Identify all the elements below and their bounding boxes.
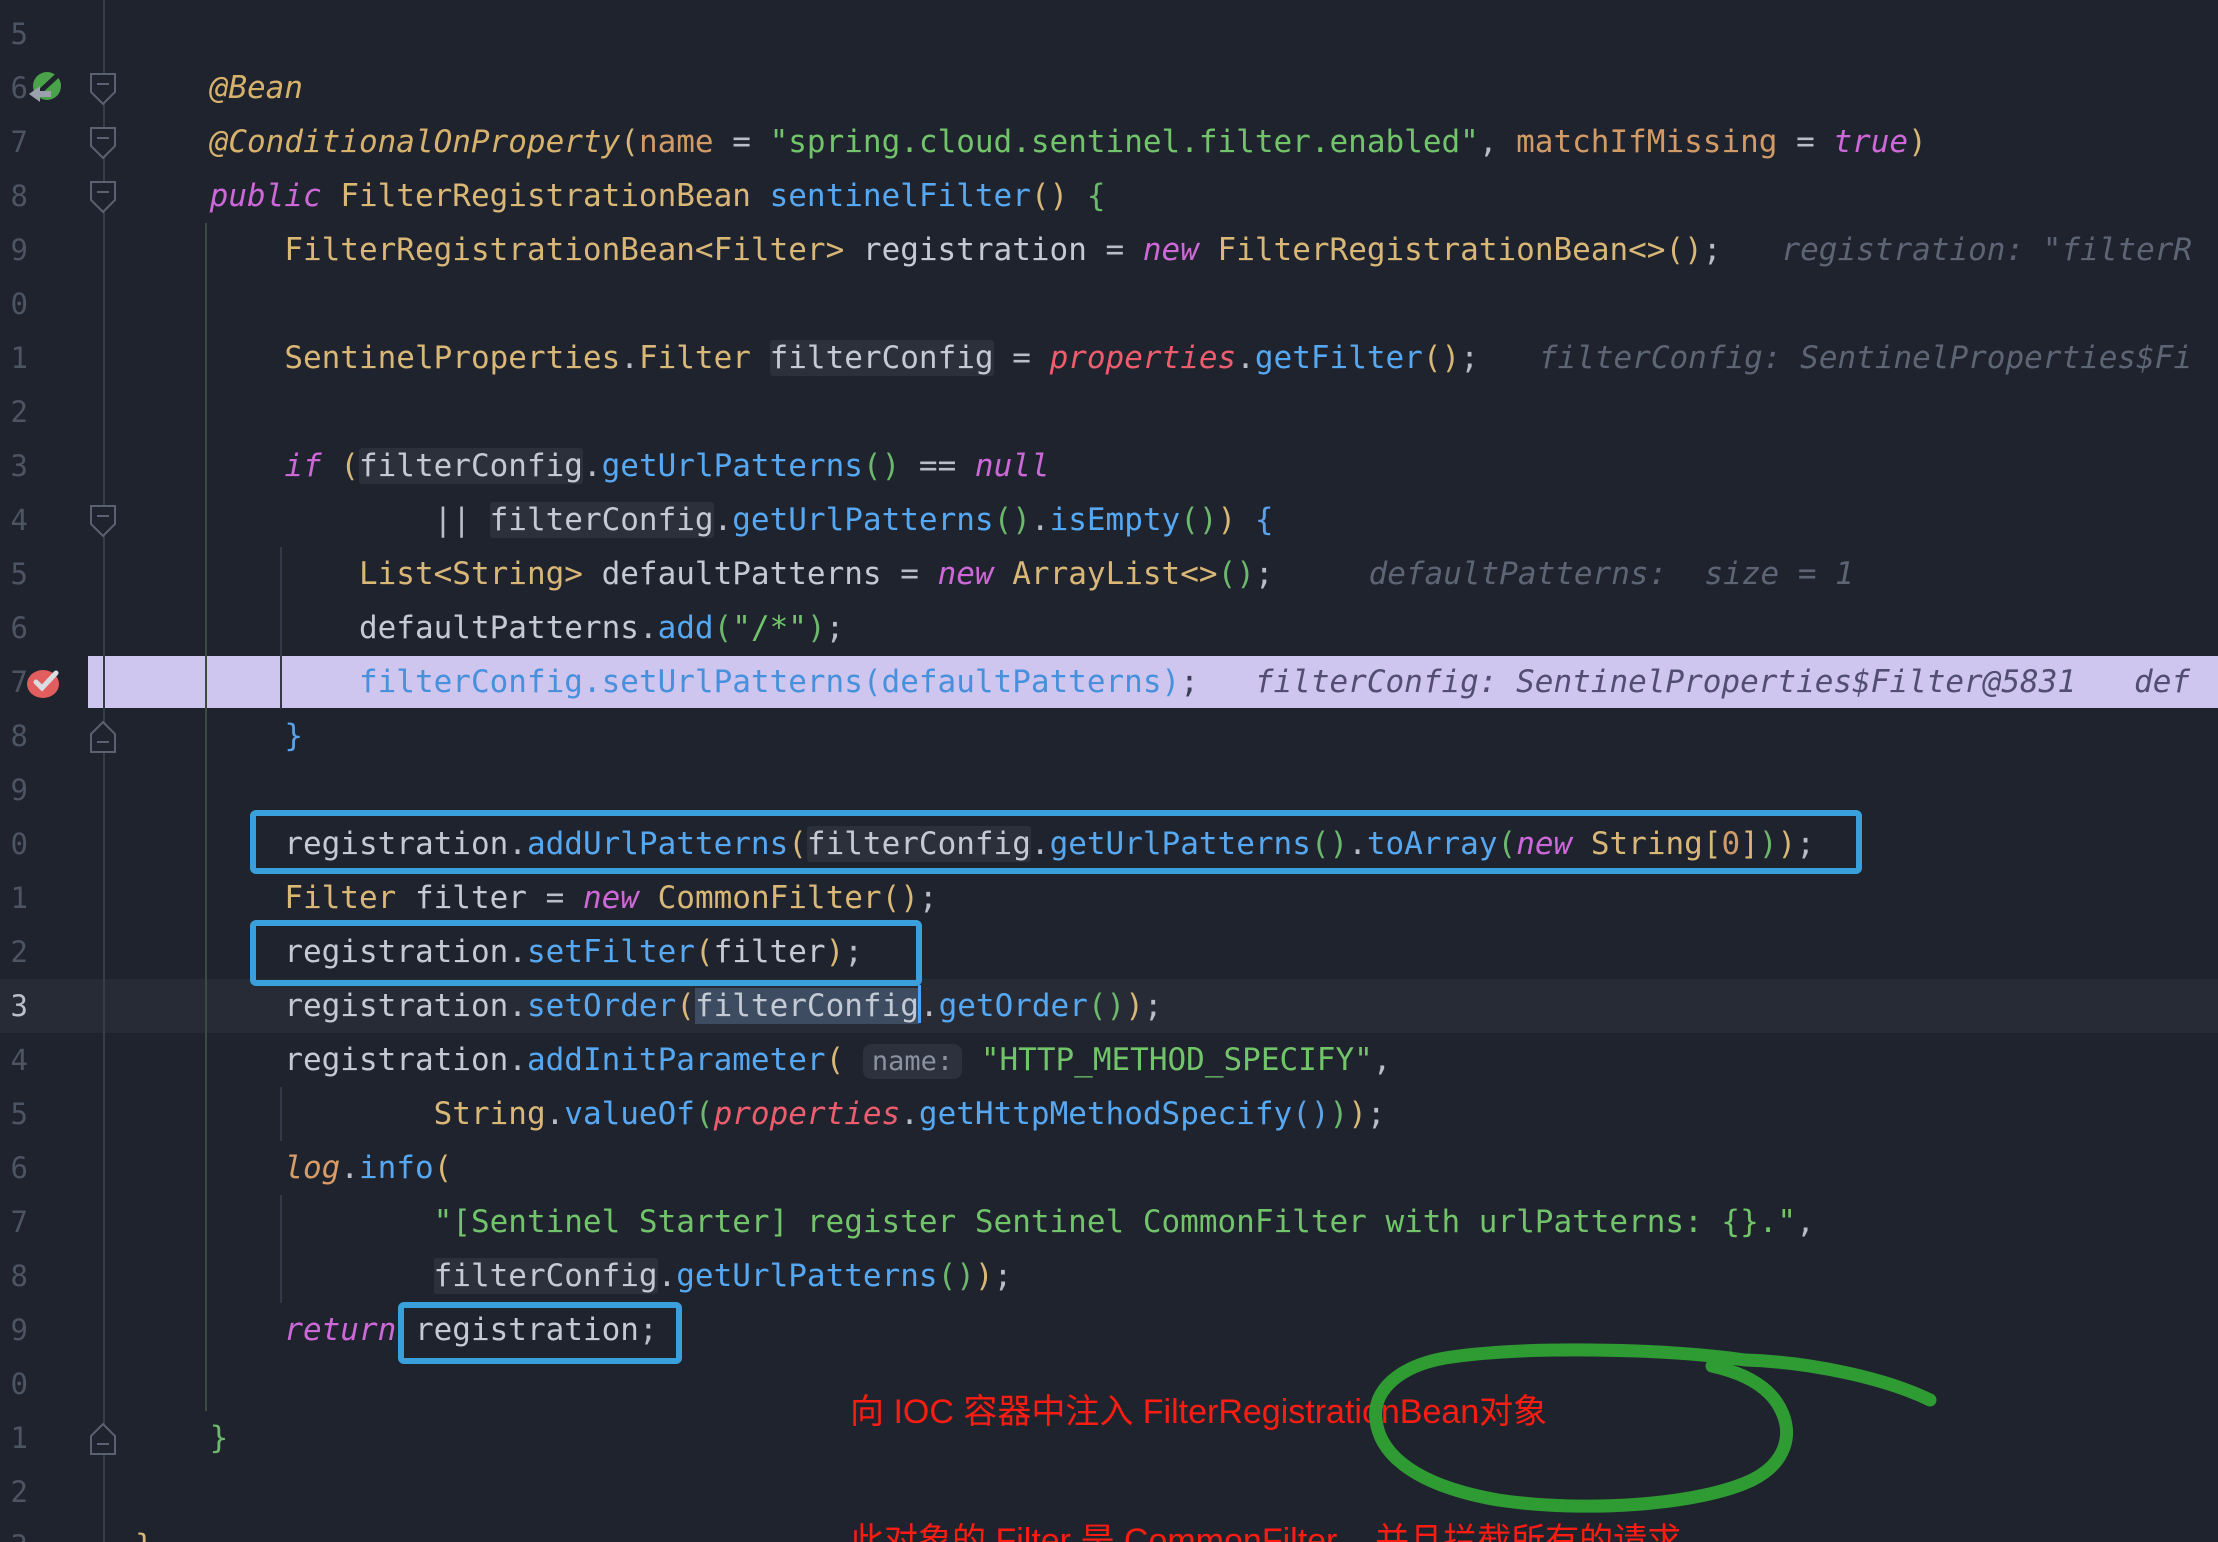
code-line[interactable]: 1 SentinelProperties.Filter filterConfig…: [0, 331, 2218, 385]
code-line[interactable]: 8 filterConfig.getUrlPatterns());: [0, 1249, 2218, 1303]
code-text: FilterRegistrationBean<Filter> registrat…: [284, 232, 2193, 268]
red-annotation-line1: 向 IOC 容器中注入 FilterRegistrationBean对象: [850, 1393, 1548, 1431]
inlay-hint: filterConfig: SentinelProperties$Filter@…: [1254, 664, 2077, 700]
code-text: List<String> defaultPatterns = new Array…: [358, 556, 1854, 592]
code-line[interactable]: 3 registration.setOrder(filterConfig.get…: [0, 979, 2218, 1033]
line-number: 4: [10, 1043, 28, 1077]
code-text: SentinelProperties.Filter filterConfig =…: [284, 340, 2193, 376]
code-line[interactable]: 4 || filterConfig.getUrlPatterns().isEmp…: [0, 493, 2218, 547]
line-number: 3: [10, 989, 28, 1023]
line-number: 5: [10, 557, 28, 591]
annotation-box-return-registration: [398, 1302, 682, 1364]
line-number: 4: [10, 503, 28, 537]
code-text: defaultPatterns.add("/*");: [358, 610, 845, 646]
code-line[interactable]: 8 public FilterRegistrationBean sentinel…: [0, 169, 2218, 223]
code-text: "[Sentinel Starter] register Sentinel Co…: [433, 1204, 1815, 1240]
code-text: }: [284, 718, 303, 754]
line-number: 1: [10, 1421, 28, 1455]
code-editor[interactable]: 56 @Bean 7 @ConditionalOnProperty(name = …: [0, 0, 2218, 1542]
code-line[interactable]: 5: [0, 7, 2218, 61]
code-text: log.info(: [284, 1150, 453, 1186]
gutter-fold-line: [103, 0, 105, 1542]
breakpoint-icon[interactable]: [26, 664, 64, 702]
code-text: if (filterConfig.getUrlPatterns() == nul…: [284, 448, 1050, 484]
line-number: 6: [10, 1151, 28, 1185]
line-number: 5: [10, 1097, 28, 1131]
line-number: 8: [10, 1259, 28, 1293]
code-line[interactable]: 9: [0, 763, 2218, 817]
inlay-hint: defaultPatterns: size = 1: [1368, 556, 1854, 592]
annotation-box-setfilter: [250, 920, 922, 986]
line-number: 7: [10, 1205, 28, 1239]
line-number: 9: [10, 233, 28, 267]
red-annotation-line2: 此对象的 Filter 是 CommonFilter 并且拦截所有的请求: [850, 1522, 1682, 1542]
line-number: 9: [10, 773, 28, 807]
code-line[interactable]: 8 }: [0, 709, 2218, 763]
line-number: 8: [10, 179, 28, 213]
inlay-hint: def: [2134, 664, 2191, 700]
line-number: 1: [10, 341, 28, 375]
red-annotation-note: 向 IOC 容器中注入 FilterRegistrationBean对象 此对象…: [850, 1305, 1681, 1542]
line-number: 5: [10, 17, 28, 51]
fold-marker-icon[interactable]: [88, 178, 118, 214]
code-text: public FilterRegistrationBean sentinelFi…: [209, 178, 1106, 214]
inlay-hint: registration: "filterR: [1781, 232, 2193, 268]
code-text: || filterConfig.getUrlPatterns().isEmpty…: [433, 502, 1274, 538]
code-line[interactable]: 0: [0, 277, 2218, 331]
code-text: @Bean: [209, 70, 303, 106]
code-line[interactable]: 7 "[Sentinel Starter] register Sentinel …: [0, 1195, 2218, 1249]
line-number: 7: [10, 665, 28, 699]
code-line[interactable]: 2: [0, 385, 2218, 439]
fold-marker-icon[interactable]: [88, 1420, 118, 1456]
code-line[interactable]: 1 Filter filter = new CommonFilter();: [0, 871, 2218, 925]
inlay-hint: filterConfig: SentinelProperties$Fi: [1538, 340, 2193, 376]
code-line[interactable]: 5 List<String> defaultPatterns = new Arr…: [0, 547, 2218, 601]
code-text: @ConditionalOnProperty(name = "spring.cl…: [209, 124, 1927, 160]
code-line[interactable]: 6 @Bean: [0, 61, 2218, 115]
code-text: registration.addInitParameter( name: "HT…: [284, 1042, 1392, 1079]
line-number: 7: [10, 125, 28, 159]
fold-marker-icon[interactable]: [88, 502, 118, 538]
line-number: 0: [10, 827, 28, 861]
code-line[interactable]: 5 String.valueOf(properties.getHttpMetho…: [0, 1087, 2218, 1141]
code-line[interactable]: 6 defaultPatterns.add("/*");: [0, 601, 2218, 655]
code-text: registration.setOrder(filterConfig.getOr…: [135, 979, 2218, 1033]
line-number: 6: [10, 71, 28, 105]
line-number: 2: [10, 1475, 28, 1509]
fold-marker-icon[interactable]: [88, 718, 118, 754]
spring-bean-icon[interactable]: [26, 70, 64, 108]
line-number: 2: [10, 935, 28, 969]
code-text: filterConfig.setUrlPatterns(defaultPatte…: [358, 664, 2191, 700]
line-number: 1: [10, 881, 28, 915]
line-number: 0: [10, 287, 28, 321]
line-number: 6: [10, 611, 28, 645]
code-line[interactable]: 7 filterConfig.setUrlPatterns(defaultPat…: [0, 655, 2218, 709]
fold-marker-icon[interactable]: [88, 124, 118, 160]
line-number: 0: [10, 1367, 28, 1401]
code-line[interactable]: 9 FilterRegistrationBean<Filter> registr…: [0, 223, 2218, 277]
line-number: 8: [10, 719, 28, 753]
code-line[interactable]: 6 log.info(: [0, 1141, 2218, 1195]
line-number: 3: [10, 449, 28, 483]
code-text: String.valueOf(properties.getHttpMethodS…: [433, 1096, 1386, 1132]
line-number: 3: [0, 1519, 28, 1542]
code-text: filterConfig.getUrlPatterns());: [433, 1258, 1013, 1294]
code-line[interactable]: 4 registration.addInitParameter( name: "…: [0, 1033, 2218, 1087]
code-text: Filter filter = new CommonFilter();: [284, 880, 938, 916]
code-line[interactable]: 3 if (filterConfig.getUrlPatterns() == n…: [0, 439, 2218, 493]
annotation-box-addurlpatterns: [250, 810, 1862, 874]
code-line[interactable]: 7 @ConditionalOnProperty(name = "spring.…: [0, 115, 2218, 169]
fold-marker-icon[interactable]: [88, 70, 118, 106]
line-number: 2: [10, 395, 28, 429]
line-number: 9: [10, 1313, 28, 1347]
